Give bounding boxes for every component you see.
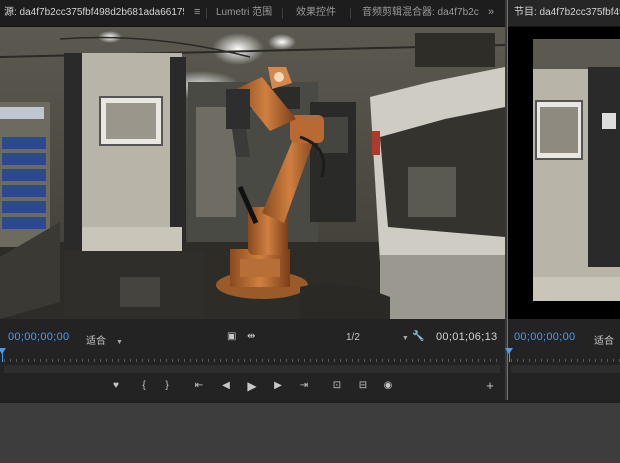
mark-out-button[interactable]: } [159, 379, 175, 393]
source-resolution-value: 1/2 [346, 332, 360, 343]
program-monitor-tab-bar: 节目: da4f7b2cc375fbf498d2b681ada66175 [508, 0, 620, 27]
clip-settings-icon[interactable]: ▣ [227, 331, 236, 343]
tab-divider [350, 8, 351, 19]
program-monitor-panel: 节目: da4f7b2cc375fbf498d2b681ada66175 00;… [505, 0, 620, 400]
source-zoom-select-value: 适合 [86, 336, 106, 347]
chevron-down-icon: ▼ [401, 335, 409, 342]
source-current-timecode[interactable]: 00;00;00;00 [8, 331, 69, 343]
program-zoom-select-value: 适合 [594, 336, 614, 347]
wrench-icon[interactable]: 🔧 [412, 331, 424, 343]
button-editor-add-button[interactable]: + [482, 379, 498, 393]
tab-overflow-icon[interactable]: » [488, 0, 494, 26]
program-zoom-select[interactable]: 适合 [594, 332, 614, 347]
tab-audio-clip-mixer[interactable]: 音频剪辑混合器: da4f7b2c [362, 0, 480, 26]
source-video-frame[interactable] [0, 27, 505, 319]
source-monitor-panel: 源: da4f7b2cc375fbf498d2b681ada66175.mp4 … [0, 0, 505, 400]
program-frame-scene [508, 27, 620, 319]
source-playhead-line [2, 352, 3, 362]
tab-divider [282, 8, 283, 19]
source-zoom-select[interactable]: 适合 ▼ [86, 332, 123, 347]
tab-source-monitor[interactable]: 源: da4f7b2cc375fbf498d2b681ada66175.mp4 [4, 0, 184, 26]
drag-video-audio-icon[interactable]: ⇹ [247, 331, 255, 343]
tab-divider [206, 8, 207, 19]
source-zoom-scrollbar[interactable] [4, 365, 500, 373]
source-duration-timecode: 00;01;06;13 [436, 331, 498, 343]
add-marker-button[interactable]: ♥ [108, 379, 124, 393]
source-resolution-select[interactable]: 1/2 ▼ [346, 332, 409, 343]
go-to-in-button[interactable]: ⇤ [191, 379, 207, 393]
program-playhead-line [509, 352, 510, 362]
program-zoom-scrollbar[interactable] [511, 365, 620, 373]
chevron-down-icon: ▼ [116, 339, 123, 346]
program-current-timecode[interactable]: 00;00;00;00 [514, 331, 575, 343]
tab-lumetri-scopes[interactable]: Lumetri 范围 [216, 0, 272, 26]
step-forward-button[interactable]: ▶ [270, 379, 286, 393]
insert-button[interactable]: ⊡ [329, 379, 345, 393]
factory-robot-scene [0, 27, 505, 319]
play-button[interactable]: ▶ [244, 379, 260, 393]
mark-in-button[interactable]: { [136, 379, 152, 393]
tab-program-monitor[interactable]: 节目: da4f7b2cc375fbf498d2b681ada66175 [514, 0, 620, 26]
program-time-ruler[interactable] [511, 352, 620, 362]
program-video-frame[interactable] [508, 27, 620, 319]
go-to-out-button[interactable]: ⇥ [296, 379, 312, 393]
export-frame-button[interactable]: ◉ [380, 379, 396, 393]
timeline-panel-area [0, 400, 620, 463]
tab-menu-icon[interactable]: ≡ [194, 0, 200, 26]
tab-effect-controls[interactable]: 效果控件 [296, 0, 340, 26]
step-back-button[interactable]: ◀ [218, 379, 234, 393]
source-time-ruler[interactable] [4, 352, 502, 362]
source-monitor-tab-bar: 源: da4f7b2cc375fbf498d2b681ada66175.mp4 … [0, 0, 505, 27]
overwrite-button[interactable]: ⊟ [355, 379, 371, 393]
